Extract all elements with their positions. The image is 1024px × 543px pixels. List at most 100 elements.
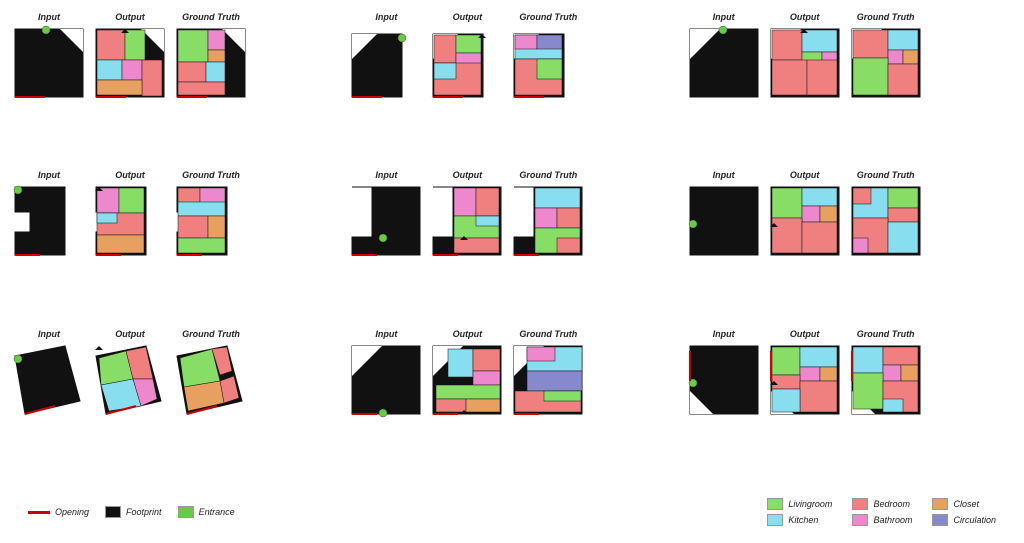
fp-output-2-1 [91,182,169,260]
legend-area: Opening Footprint Entrance Livingroom Be… [8,485,1016,535]
label-gt-2-2: Ground Truth [519,170,577,180]
fp-gt-2-3 [847,182,925,260]
group-1-3: Input Output [683,10,1016,164]
kitchen-swatch-icon [767,514,783,526]
legend-closet: Closet [932,498,996,510]
cell-gt-2-2: Ground Truth [509,170,587,260]
label-output-1-3: Output [790,12,820,22]
entrance-label: Entrance [199,507,235,517]
kitchen-label: Kitchen [788,515,818,525]
label-input-3-3: Input [713,329,735,339]
fp-gt-1-3 [847,24,925,102]
group-2-3: Input Output [683,168,1016,322]
cell-input-2-1: Input [10,170,88,260]
cell-gt-2-3: Ground Truth [847,170,925,260]
label-input-2-1: Input [38,170,60,180]
bedroom-label: Bedroom [873,499,910,509]
cell-output-1-3: Output [766,12,844,102]
cell-gt-3-2: Ground Truth [509,329,587,419]
label-input-1-1: Input [38,12,60,22]
label-gt-3-1: Ground Truth [182,329,240,339]
cell-gt-3-1: Ground Truth [172,329,250,419]
label-output-3-3: Output [790,329,820,339]
livingroom-label: Livingroom [788,499,832,509]
group-1-1: Input Output [8,10,341,164]
cell-output-2-1: Output [91,170,169,260]
fp-output-3-2 [428,341,506,419]
label-input-2-2: Input [375,170,397,180]
legend-left: Opening Footprint Entrance [28,506,235,518]
label-input-1-2: Input [375,12,397,22]
label-output-2-3: Output [790,170,820,180]
fp-output-1-1 [91,24,169,102]
legend-right: Livingroom Bedroom Closet Kitchen Bathro… [767,498,996,526]
cell-output-2-3: Output [766,170,844,260]
legend-entrance: Entrance [178,506,235,518]
footprint-label: Footprint [126,507,162,517]
cell-input-2-3: Input [685,170,763,260]
cell-gt-2-1: Ground Truth [172,170,250,260]
closet-label: Closet [953,499,979,509]
cell-input-3-2: Input [347,329,425,419]
fp-input-2-1 [10,182,88,260]
label-input-2-3: Input [713,170,735,180]
entrance-swatch-icon [178,506,194,518]
label-input-3-2: Input [375,329,397,339]
main-container: Input Output [0,0,1024,543]
label-output-2-2: Output [453,170,483,180]
group-1-2: Input Output [345,10,678,164]
cell-input-3-1: Input [10,329,88,419]
fp-output-2-3 [766,182,844,260]
fp-gt-3-3 [847,341,925,419]
fp-input-3-1 [10,341,88,419]
label-gt-1-1: Ground Truth [182,12,240,22]
legend-bedroom: Bedroom [852,498,912,510]
group-3-1: Input Output [8,327,341,481]
label-output-1-2: Output [453,12,483,22]
legend-livingroom: Livingroom [767,498,832,510]
legend-footprint: Footprint [105,506,162,518]
cell-gt-3-3: Ground Truth [847,329,925,419]
fp-gt-1-1 [172,24,250,102]
label-gt-2-3: Ground Truth [857,170,915,180]
group-3-2: Input Output [345,327,678,481]
cell-gt-1-2: Ground Truth [509,12,587,102]
bedroom-swatch-icon [852,498,868,510]
fp-input-1-1 [10,24,88,102]
fp-input-2-2 [347,182,425,260]
label-gt-1-3: Ground Truth [857,12,915,22]
closet-swatch-icon [932,498,948,510]
fp-output-3-3 [766,341,844,419]
cell-input-1-3: Input [685,12,763,102]
circulation-label: Circulation [953,515,996,525]
cell-input-3-3: Input [685,329,763,419]
group-3-3: Input Output [683,327,1016,481]
cell-output-1-2: Output [428,12,506,102]
cell-input-1-1: Input [10,12,88,102]
fp-output-1-2 [428,24,506,102]
cell-output-2-2: Output [428,170,506,260]
legend-circulation: Circulation [932,514,996,526]
opening-label: Opening [55,507,89,517]
cell-gt-1-3: Ground Truth [847,12,925,102]
circulation-swatch-icon [932,514,948,526]
legend-kitchen: Kitchen [767,514,832,526]
label-gt-1-2: Ground Truth [519,12,577,22]
cell-output-3-2: Output [428,329,506,419]
cell-output-3-1: Output [91,329,169,419]
bathroom-swatch-icon [852,514,868,526]
fp-output-2-2 [428,182,506,260]
fp-output-1-3 [766,24,844,102]
label-gt-3-2: Ground Truth [519,329,577,339]
fp-input-1-3 [685,24,763,102]
cell-gt-1-1: Ground Truth [172,12,250,102]
fp-input-1-2 [347,24,425,102]
fp-gt-1-2 [509,24,587,102]
group-2-1: Input Output [8,168,341,322]
label-input-3-1: Input [38,329,60,339]
fp-gt-2-1 [172,182,250,260]
fp-input-2-3 [685,182,763,260]
label-gt-2-1: Ground Truth [182,170,240,180]
bathroom-label: Bathroom [873,515,912,525]
footprint-swatch-icon [105,506,121,518]
